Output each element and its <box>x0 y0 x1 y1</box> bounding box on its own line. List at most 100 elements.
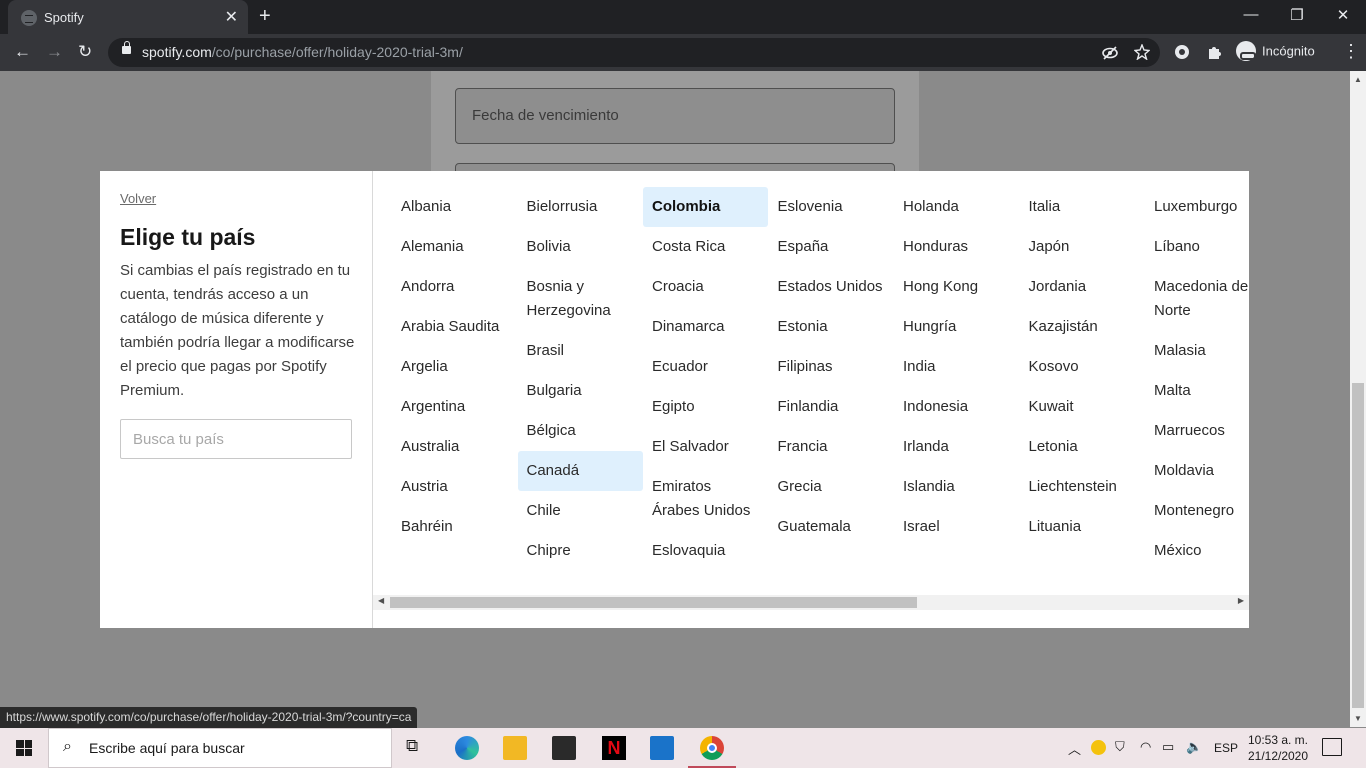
country-option[interactable]: Islandia <box>894 467 1019 507</box>
country-option[interactable]: Andorra <box>392 267 517 307</box>
country-option[interactable]: Chipre <box>518 531 643 571</box>
country-option[interactable]: Indonesia <box>894 387 1019 427</box>
country-option[interactable]: Bulgaria <box>518 371 643 411</box>
country-option[interactable]: Bielorrusia <box>518 187 643 227</box>
address-bar[interactable]: spotify.com/co/purchase/offer/holiday-20… <box>108 38 1160 67</box>
country-option[interactable]: Japón <box>1020 227 1145 267</box>
incognito-profile-button[interactable]: Incógnito <box>1236 41 1315 64</box>
country-option[interactable]: Lituania <box>1020 507 1145 547</box>
country-option[interactable]: Filipinas <box>769 347 894 387</box>
restore-button[interactable]: ❐ <box>1274 6 1320 24</box>
tray-app-icon[interactable] <box>1091 740 1106 755</box>
country-option[interactable]: Ecuador <box>643 347 768 387</box>
tray-chevron-up-icon[interactable]: ︿ <box>1068 739 1081 758</box>
country-option[interactable]: Kuwait <box>1020 387 1145 427</box>
country-option[interactable]: Marruecos <box>1145 411 1249 451</box>
taskbar-search-box[interactable]: ⌕ Escribe aquí para buscar <box>48 728 392 768</box>
scroll-down-icon[interactable]: ▼ <box>1354 714 1362 723</box>
country-option[interactable]: Argentina <box>392 387 517 427</box>
battery-icon[interactable]: ▭ <box>1162 739 1174 755</box>
start-button[interactable] <box>0 728 48 768</box>
mail-icon[interactable] <box>650 736 674 760</box>
clock[interactable]: 10:53 a. m. 21/12/2020 <box>1238 732 1318 764</box>
country-search-input[interactable] <box>120 419 352 459</box>
country-option[interactable]: Letonia <box>1020 427 1145 467</box>
country-option[interactable]: Malta <box>1145 371 1249 411</box>
back-link[interactable]: Volver <box>120 191 156 206</box>
country-option[interactable]: Italia <box>1020 187 1145 227</box>
country-option[interactable]: Eslovaquia <box>643 531 768 571</box>
country-option[interactable]: México <box>1145 531 1249 571</box>
minimize-button[interactable]: — <box>1228 6 1274 23</box>
country-option[interactable]: Moldavia <box>1145 451 1249 491</box>
country-option[interactable]: España <box>769 227 894 267</box>
new-tab-button[interactable]: + <box>259 5 271 28</box>
scroll-up-icon[interactable]: ▲ <box>1354 75 1362 84</box>
country-option[interactable]: Eslovenia <box>769 187 894 227</box>
page-vertical-scrollbar[interactable]: ▲ ▼ <box>1350 71 1366 727</box>
country-option[interactable]: Macedonia del Norte <box>1145 267 1249 331</box>
scroll-left-icon[interactable]: ◀ <box>378 596 384 605</box>
store-icon[interactable] <box>552 736 576 760</box>
country-option[interactable]: Kazajistán <box>1020 307 1145 347</box>
country-option[interactable]: Kosovo <box>1020 347 1145 387</box>
back-arrow-icon[interactable]: ← <box>14 42 31 62</box>
country-option[interactable]: Hungría <box>894 307 1019 347</box>
browser-menu-icon[interactable]: ⋮ <box>1342 41 1360 62</box>
edge-icon[interactable] <box>455 736 479 760</box>
country-option[interactable]: Argelia <box>392 347 517 387</box>
country-option[interactable]: Holanda <box>894 187 1019 227</box>
country-option[interactable]: Albania <box>392 187 517 227</box>
country-option[interactable]: Australia <box>392 427 517 467</box>
scrollbar-thumb[interactable] <box>1352 383 1364 708</box>
scroll-right-icon[interactable]: ▶ <box>1238 596 1244 605</box>
country-option[interactable]: Irlanda <box>894 427 1019 467</box>
expiry-date-field[interactable]: Fecha de vencimiento <box>455 88 895 144</box>
browser-tab-spotify[interactable]: Spotify ✕ <box>8 0 248 34</box>
file-explorer-icon[interactable] <box>503 736 527 760</box>
horizontal-scrollbar-thumb[interactable] <box>390 597 917 608</box>
eye-slash-icon[interactable] <box>1102 45 1118 61</box>
task-view-icon[interactable]: ⧉ <box>406 736 430 760</box>
country-option[interactable]: Dinamarca <box>643 307 768 347</box>
netflix-icon[interactable]: N <box>602 736 626 760</box>
country-option[interactable]: Estados Unidos <box>769 267 894 307</box>
address-url[interactable]: spotify.com/co/purchase/offer/holiday-20… <box>142 44 463 60</box>
lock-icon[interactable] <box>122 41 131 54</box>
reload-icon[interactable]: ↻ <box>78 42 92 62</box>
country-option[interactable]: Costa Rica <box>643 227 768 267</box>
country-option[interactable]: Austria <box>392 467 517 507</box>
language-indicator[interactable]: ESP <box>1214 741 1238 755</box>
country-option[interactable]: Guatemala <box>769 507 894 547</box>
country-option[interactable]: Canadá <box>517 451 643 491</box>
country-option[interactable]: Grecia <box>769 467 894 507</box>
extension-circle-icon[interactable] <box>1174 44 1190 60</box>
notifications-icon[interactable] <box>1322 738 1342 756</box>
country-option[interactable]: Israel <box>894 507 1019 547</box>
country-option[interactable]: Luxemburgo <box>1145 187 1249 227</box>
country-option[interactable]: Bolivia <box>518 227 643 267</box>
country-option[interactable]: Croacia <box>643 267 768 307</box>
extensions-puzzle-icon[interactable] <box>1206 44 1222 60</box>
country-option[interactable]: Finlandia <box>769 387 894 427</box>
country-option[interactable]: Liechtenstein <box>1020 467 1145 507</box>
country-option[interactable]: Chile <box>518 491 643 531</box>
wifi-icon[interactable]: ◠ <box>1140 739 1151 755</box>
country-option[interactable]: Bélgica <box>518 411 643 451</box>
country-option[interactable]: Egipto <box>643 387 768 427</box>
country-option[interactable]: Colombia <box>643 187 768 227</box>
country-option[interactable]: Arabia Saudita <box>392 307 517 347</box>
volume-icon[interactable]: 🔈 <box>1186 739 1202 755</box>
country-option[interactable]: Honduras <box>894 227 1019 267</box>
country-option[interactable]: Alemania <box>392 227 517 267</box>
chrome-icon[interactable] <box>700 736 724 760</box>
close-window-button[interactable]: ✕ <box>1320 6 1366 24</box>
country-option[interactable]: Emiratos Árabes Unidos <box>643 467 768 531</box>
country-option[interactable]: Líbano <box>1145 227 1249 267</box>
security-shield-icon[interactable]: ⛉ <box>1115 739 1125 755</box>
country-option[interactable]: Estonia <box>769 307 894 347</box>
country-option[interactable]: Montenegro <box>1145 491 1249 531</box>
tab-close-icon[interactable]: ✕ <box>225 7 238 27</box>
country-option[interactable]: Malasia <box>1145 331 1249 371</box>
country-option[interactable]: India <box>894 347 1019 387</box>
